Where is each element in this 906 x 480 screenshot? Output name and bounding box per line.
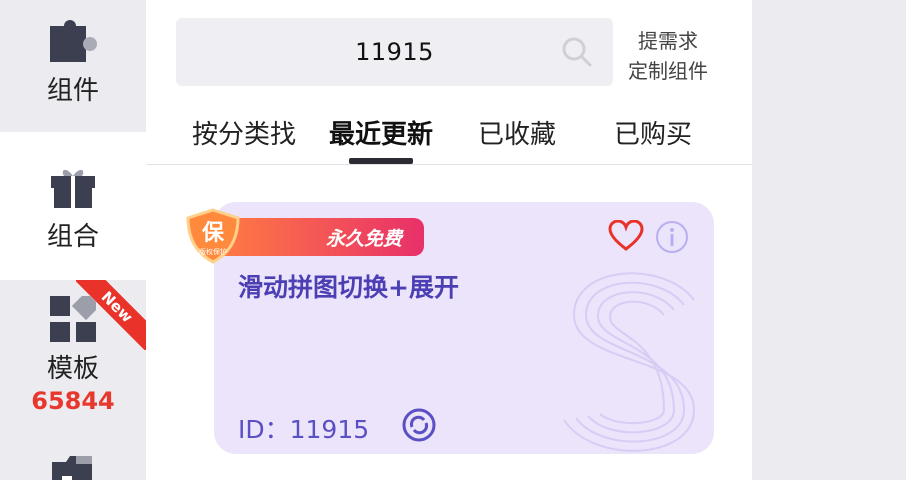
card-title: 滑动拼图切换+展开 [238, 273, 459, 302]
custom-request-button[interactable]: 提需求 定制组件 [620, 26, 716, 86]
app-root: 组件 组合 New 模板 65844 11915 提需求 定制组件 按分类找 最… [0, 0, 906, 480]
shield-sub: 版权保护 [199, 247, 227, 256]
card-id: ID：11915 [238, 415, 370, 444]
tab-recent-updates[interactable]: 最近更新 [324, 114, 438, 151]
tab-favorites[interactable]: 已收藏 [462, 114, 572, 151]
search-input[interactable]: 11915 [355, 38, 434, 66]
search-box[interactable]: 11915 [176, 18, 613, 86]
share-icon[interactable] [401, 407, 437, 443]
tab-purchased[interactable]: 已购买 [598, 114, 708, 151]
sidebar-item-templates[interactable]: New 模板 65844 [0, 280, 146, 440]
right-gutter [752, 0, 906, 480]
sidebar-item-label: 模板 [46, 354, 99, 384]
main-panel: 11915 提需求 定制组件 按分类找 最近更新 已收藏 已购买 滑动拼图切换+… [146, 0, 752, 480]
heart-icon[interactable] [608, 220, 644, 252]
shield-char: 保 [201, 221, 225, 246]
custom-request-line2: 定制组件 [628, 59, 708, 83]
puzzle-icon [50, 20, 97, 62]
copyright-shield-icon: 保 版权保护 [186, 208, 240, 264]
tab-bar: 按分类找 最近更新 已收藏 已购买 [146, 104, 752, 164]
folder-icon [52, 456, 92, 480]
free-badge-label: 永久免费 [326, 227, 403, 250]
s-watermark-icon [563, 272, 696, 452]
new-ribbon: New [76, 280, 146, 350]
sidebar-item-components[interactable]: 组件 [0, 0, 146, 132]
custom-request-line1: 提需求 [638, 29, 698, 53]
free-badge: 永久免费 [222, 218, 424, 256]
gift-icon [51, 169, 95, 208]
search-icon[interactable] [561, 36, 593, 68]
sidebar-item-combos[interactable]: 组合 [0, 132, 146, 280]
template-count: 65844 [31, 387, 115, 415]
divider [146, 164, 752, 165]
sidebar-item-label: 组合 [46, 222, 99, 252]
sidebar: 组件 组合 New 模板 65844 [0, 0, 146, 480]
info-icon[interactable] [655, 220, 689, 254]
tab-by-category[interactable]: 按分类找 [188, 114, 300, 151]
new-ribbon-label: New [76, 280, 146, 350]
sidebar-item-folder[interactable] [0, 450, 146, 480]
sidebar-item-label: 组件 [46, 76, 99, 106]
